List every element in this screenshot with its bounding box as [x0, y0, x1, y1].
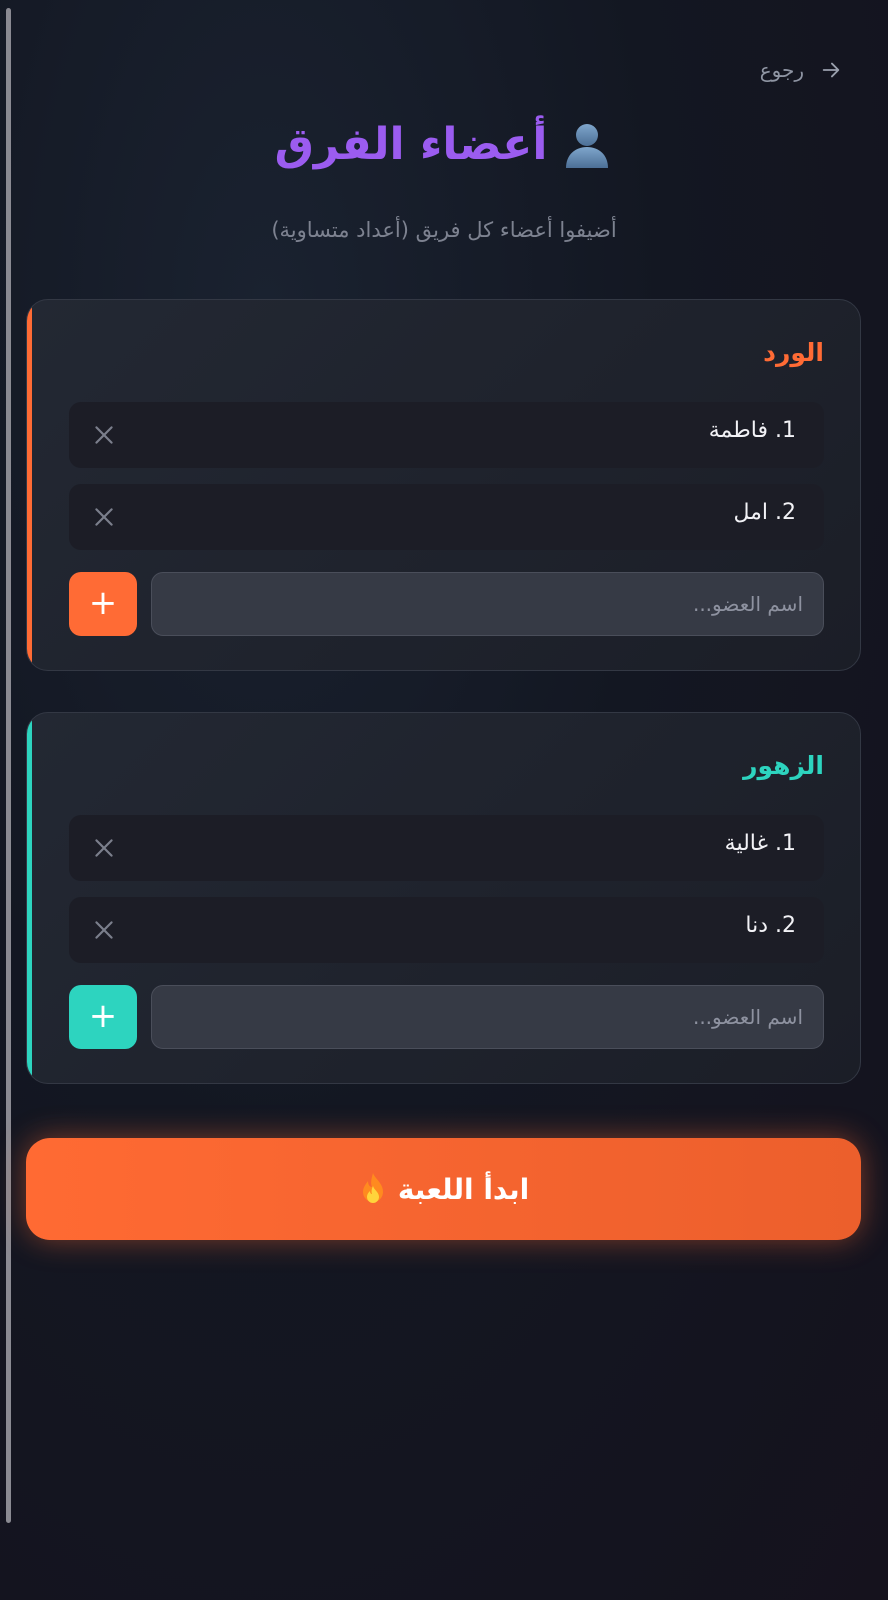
team-accent-bar [27, 300, 32, 670]
page-title-wrap: أعضاء الفرق [0, 118, 888, 170]
close-icon[interactable] [91, 835, 117, 861]
member-row: 1. فاطمة [69, 402, 824, 468]
member-row: 2. امل [69, 484, 824, 550]
team-card-alzuhur: الزهور 1. غالية 2. دنا + [26, 712, 861, 1084]
member-name-input[interactable] [151, 985, 824, 1049]
add-member-button[interactable]: + [69, 985, 137, 1049]
member-name: 1. غالية [724, 831, 796, 856]
user-icon [566, 124, 609, 168]
member-name: 1. فاطمة [708, 418, 796, 443]
close-icon[interactable] [91, 422, 117, 448]
page-title: أعضاء الفرق [274, 118, 548, 170]
back-label: رجوع [759, 58, 804, 82]
member-row: 2. دنا [69, 897, 824, 963]
team-members-page: رجوع أعضاء الفرق أضيفوا أعضاء كل فريق (أ… [0, 0, 888, 1600]
close-icon[interactable] [91, 504, 117, 530]
member-name-input[interactable] [151, 572, 824, 636]
team-name: الورد [763, 338, 824, 367]
page-subtitle: أضيفوا أعضاء كل فريق (أعداد متساوية) [271, 218, 617, 242]
team-accent-bar [27, 713, 32, 1083]
back-button[interactable]: رجوع [760, 58, 842, 82]
flame-icon [362, 1173, 383, 1203]
team-card-alward: الورد 1. فاطمة 2. امل + [26, 299, 861, 671]
arrow-right-icon [822, 62, 840, 78]
team-name: الزهور [743, 751, 824, 780]
member-name: 2. امل [733, 500, 796, 525]
close-icon[interactable] [91, 917, 117, 943]
start-game-label: ابدأ اللعبة [397, 1172, 530, 1206]
start-game-button[interactable]: ابدأ اللعبة [26, 1138, 861, 1240]
add-member-button[interactable]: + [69, 572, 137, 636]
member-row: 1. غالية [69, 815, 824, 881]
member-name: 2. دنا [745, 913, 796, 938]
